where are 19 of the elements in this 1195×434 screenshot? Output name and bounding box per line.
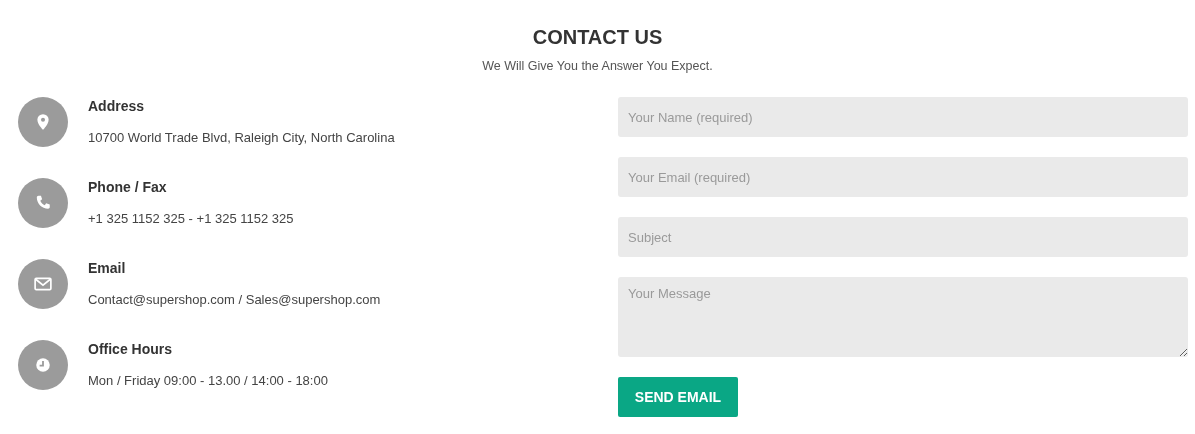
page-subtitle: We Will Give You the Answer You Expect. [482,59,713,73]
clock-icon [34,356,52,374]
input-field[interactable]: Your Email (required) [618,157,1188,197]
send-email-button[interactable]: SEND EMAIL [618,377,738,417]
location-pin-icon [34,113,52,131]
input-field[interactable]: Subject [618,217,1188,257]
info-value: Contact@supershop.com / Sales@supershop.com [88,292,381,307]
info-label: Address [88,98,146,114]
info-value: Mon / Friday 09:00 - 13.00 / 14:00 - 18:00 [88,373,328,388]
info-label: Office Hours [88,341,173,357]
message-field[interactable]: Your Message [618,277,1188,357]
info-value: +1 325 1152 325 - +1 325 1152 325 [88,211,294,226]
page-title: CONTACT US [532,26,663,49]
info-label: Phone / Fax [88,179,168,195]
info-label: Email [88,260,127,276]
info-value: 10700 World Trade Blvd, Raleigh City, North Carolina [88,130,395,145]
envelope-icon [34,275,52,293]
phone-icon [34,194,52,212]
input-field[interactable]: Your Name (required) [618,97,1188,137]
